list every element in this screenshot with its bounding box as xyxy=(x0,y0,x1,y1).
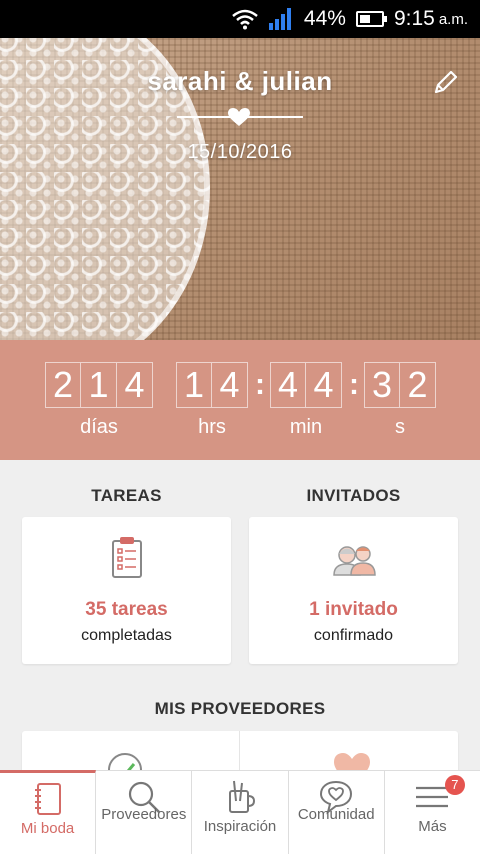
days-digit: 2 xyxy=(45,362,81,408)
signal-icon xyxy=(268,8,291,30)
minutes-label: min xyxy=(289,416,323,438)
days-digit: 4 xyxy=(117,362,153,408)
nav-inspiracion[interactable]: Inspiración xyxy=(192,771,289,854)
bottom-navigation: Mi boda Proveedores Inspiración Comunida… xyxy=(0,770,480,854)
nav-label: Inspiración xyxy=(203,818,277,835)
tasks-section-title: TAREAS xyxy=(91,486,162,505)
countdown-minutes: 4 4 xyxy=(270,362,342,408)
clipboard-icon xyxy=(111,537,142,578)
guests-section-title: INVITADOS xyxy=(306,486,401,505)
hours-digit: 1 xyxy=(176,362,212,408)
minutes-digit: 4 xyxy=(306,362,342,408)
nav-mas[interactable]: 7 Más xyxy=(385,771,480,854)
clock: 9:15 xyxy=(393,7,435,30)
wedding-date: 15/10/2016 xyxy=(187,141,293,163)
battery-percent: 44% xyxy=(303,7,346,30)
nav-mi-boda[interactable]: Mi boda xyxy=(0,770,97,854)
countdown-seconds: 3 2 xyxy=(364,362,436,408)
minutes-digit: 4 xyxy=(270,362,306,408)
pencil-icon[interactable] xyxy=(430,68,460,98)
tasks-card[interactable]: 35 tareas completadas xyxy=(22,517,231,664)
notification-badge: 7 xyxy=(444,775,465,795)
providers-section-title: MIS PROVEEDORES xyxy=(154,699,326,718)
hours-label: hrs xyxy=(198,416,226,438)
clock-ampm: a.m. xyxy=(438,10,468,28)
hours-digit: 4 xyxy=(212,362,248,408)
status-bar: 44% 9:15 a.m. xyxy=(0,0,480,38)
countdown: 2 1 4 1 4 : 4 4 : 3 2 días hrs min s xyxy=(0,340,480,460)
notebook-icon xyxy=(34,783,61,815)
hero-banner: sarahi & julian 15/10/2016 xyxy=(0,38,480,340)
seconds-digit: 2 xyxy=(400,362,436,408)
countdown-days: 2 1 4 xyxy=(45,362,153,408)
couple-names: sarahi & julian xyxy=(147,66,333,96)
nav-proveedores[interactable]: Proveedores xyxy=(96,771,193,854)
countdown-hours: 1 4 xyxy=(176,362,248,408)
guests-card[interactable]: 1 invitado confirmado xyxy=(249,517,458,664)
guests-icon xyxy=(332,546,376,576)
tasks-subtitle: completadas xyxy=(81,627,172,644)
time-separator: : xyxy=(349,368,359,401)
nav-label: Mi boda xyxy=(20,820,75,837)
seconds-digit: 3 xyxy=(364,362,400,408)
heart-icon xyxy=(228,108,250,126)
wifi-icon xyxy=(232,9,258,30)
time-separator: : xyxy=(255,368,265,401)
guests-count: 1 invitado xyxy=(309,599,398,620)
battery-icon xyxy=(355,11,387,27)
seconds-label: s xyxy=(395,416,405,438)
days-digit: 1 xyxy=(81,362,117,408)
guests-subtitle: confirmado xyxy=(313,627,394,644)
days-label: días xyxy=(80,416,118,438)
nav-label: Proveedores xyxy=(101,806,187,823)
nav-label: Comunidad xyxy=(297,806,375,823)
nav-comunidad[interactable]: Comunidad xyxy=(289,771,385,854)
tasks-count: 35 tareas xyxy=(85,599,168,620)
inspiration-icon xyxy=(229,780,256,813)
nav-label: Más xyxy=(418,818,447,835)
